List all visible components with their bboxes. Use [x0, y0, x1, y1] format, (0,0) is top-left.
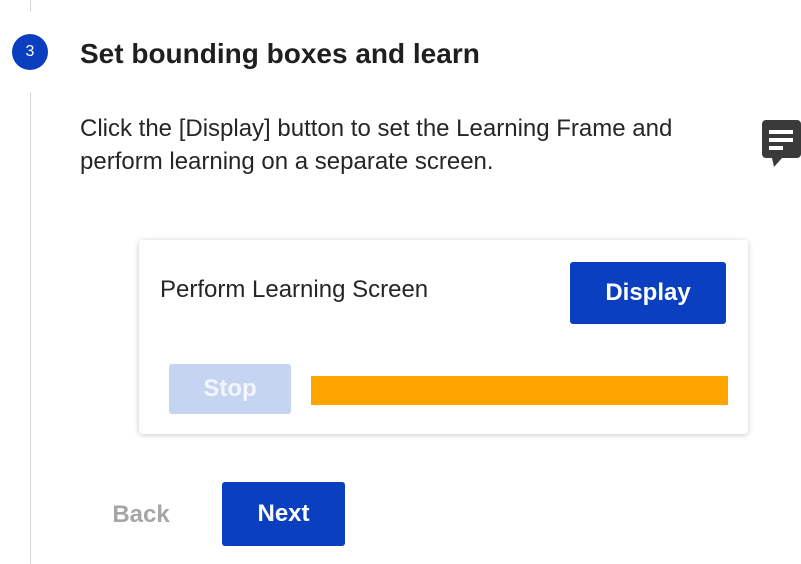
next-button[interactable]: Next — [222, 482, 345, 546]
learning-progress-bar — [311, 376, 728, 405]
learning-step-panel: 3 Set bounding boxes and learn Click the… — [0, 0, 801, 564]
step-number-badge: 3 — [12, 34, 48, 70]
step-description: Click the [Display] button to set the Le… — [80, 115, 673, 175]
chat-bubble-icon[interactable] — [762, 120, 801, 168]
stop-button[interactable]: Stop — [169, 364, 291, 414]
learning-screen-label: Perform Learning Screen — [160, 276, 429, 303]
learning-progress-fill — [311, 376, 728, 405]
step-title: Set bounding boxes and learn — [80, 38, 480, 69]
learning-card: Perform Learning Screen Display Stop — [139, 240, 748, 434]
display-button[interactable]: Display — [570, 262, 726, 324]
back-button[interactable]: Back — [96, 484, 186, 546]
stepper-rail-top — [30, 0, 31, 12]
stepper-rail — [30, 92, 31, 564]
